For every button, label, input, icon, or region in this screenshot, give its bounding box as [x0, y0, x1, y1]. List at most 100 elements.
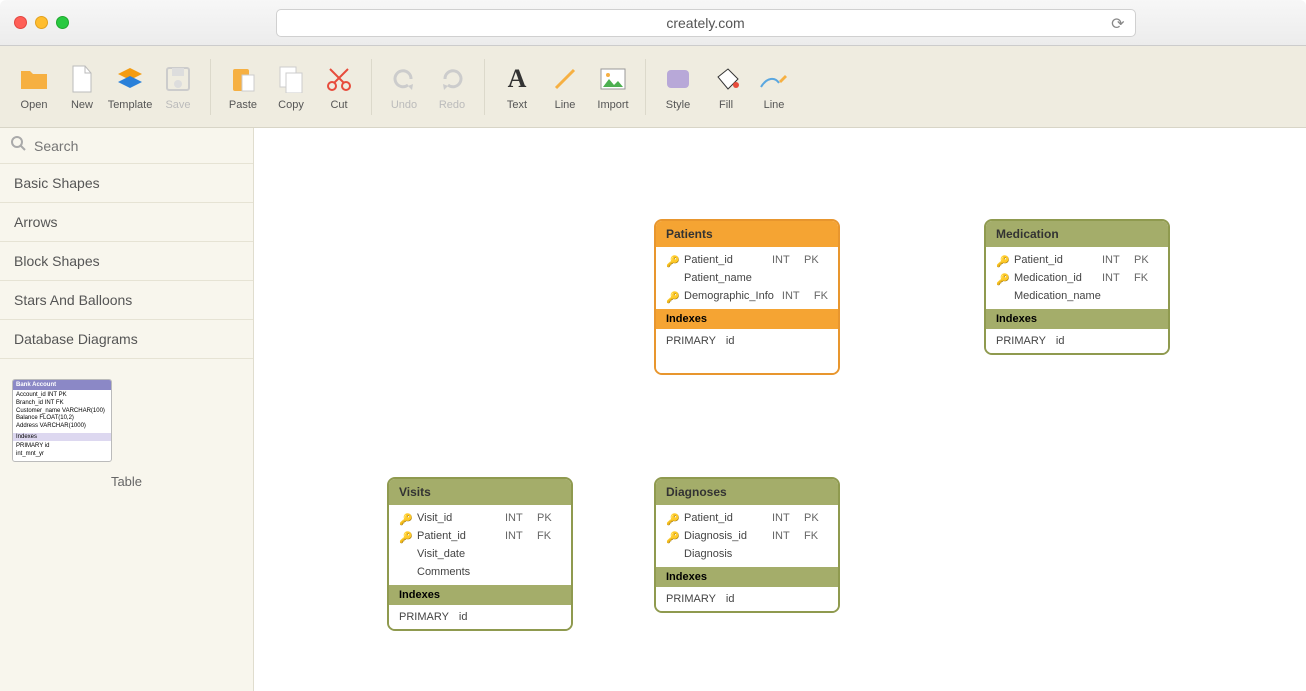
indexes-header: Indexes [656, 309, 838, 329]
copy-label: Copy [278, 99, 304, 111]
new-button[interactable]: New [58, 59, 106, 115]
blank-icon [399, 549, 409, 559]
cut-button[interactable]: Cut [315, 59, 363, 115]
paste-label: Paste [229, 99, 257, 111]
redo-label: Redo [439, 99, 465, 111]
sidebar-item-stars-balloons[interactable]: Stars And Balloons [0, 281, 253, 320]
blank-icon [666, 273, 676, 283]
preview-title: Bank Account [13, 380, 111, 390]
line-label: Line [555, 99, 576, 111]
import-button[interactable]: Import [589, 59, 637, 115]
main-area: Basic Shapes Arrows Block Shapes Stars A… [0, 128, 1306, 691]
table-fields: 🔑Patient_idINTPK Patient_name 🔑Demograph… [656, 247, 838, 309]
field-row: Diagnosis [656, 545, 838, 563]
undo-icon [391, 66, 417, 92]
line-style-label: Line [764, 99, 785, 111]
canvas[interactable]: Patients 🔑Patient_idINTPK Patient_name 🔑… [254, 128, 1306, 691]
table-title: Medication [986, 221, 1168, 247]
key-icon: 🔑 [399, 531, 409, 541]
search-input[interactable] [34, 138, 243, 154]
style-label: Style [666, 99, 690, 111]
save-button[interactable]: Save [154, 59, 202, 115]
copy-button[interactable]: Copy [267, 59, 315, 115]
text-label: Text [507, 99, 527, 111]
reload-icon[interactable]: ⟳ [1111, 14, 1124, 34]
page-icon [71, 65, 93, 93]
table-visits[interactable]: Visits 🔑Visit_idINTPK 🔑Patient_idINTFK V… [387, 477, 573, 631]
minimize-window-icon[interactable] [35, 16, 48, 29]
browser-chrome: creately.com ⟳ [0, 0, 1306, 46]
table-fields: 🔑Patient_idINTPK 🔑Medication_idINTFK Med… [986, 247, 1168, 309]
paste-button[interactable]: Paste [219, 59, 267, 115]
style-icon [665, 68, 691, 90]
template-button[interactable]: Template [106, 59, 154, 115]
key-icon: 🔑 [666, 255, 676, 265]
connectors [254, 128, 554, 278]
field-row: 🔑Patient_idINTPK [986, 251, 1168, 269]
toolbar-separator [210, 59, 211, 115]
field-row: 🔑Medication_idINTFK [986, 269, 1168, 287]
cut-label: Cut [330, 99, 347, 111]
fill-label: Fill [719, 99, 733, 111]
address-url: creately.com [666, 15, 744, 31]
template-label: Template [108, 99, 153, 111]
undo-button[interactable]: Undo [380, 59, 428, 115]
field-row: 🔑Patient_idINTFK [389, 527, 571, 545]
image-icon [599, 67, 627, 91]
close-window-icon[interactable] [14, 16, 27, 29]
table-fields: 🔑Patient_idINTPK 🔑Diagnosis_idINTFK Diag… [656, 505, 838, 567]
field-row: 🔑Demographic_InfoINTFK [656, 287, 838, 305]
line-style-button[interactable]: Line [750, 59, 798, 115]
text-button[interactable]: A Text [493, 59, 541, 115]
toolbar-separator [484, 59, 485, 115]
key-icon: 🔑 [666, 531, 676, 541]
table-medication[interactable]: Medication 🔑Patient_idINTPK 🔑Medication_… [984, 219, 1170, 355]
field-row: 🔑Visit_idINTPK [389, 509, 571, 527]
preview-caption: Table [111, 474, 142, 489]
fill-button[interactable]: Fill [702, 59, 750, 115]
style-button[interactable]: Style [654, 59, 702, 115]
bucket-icon [712, 67, 740, 91]
sidebar-item-arrows[interactable]: Arrows [0, 203, 253, 242]
shape-preview: Bank Account Account_id INT PK Branch_id… [0, 359, 253, 509]
preview-idx-head: Indexes [13, 433, 111, 441]
sidebar-item-basic-shapes[interactable]: Basic Shapes [0, 164, 253, 203]
line-icon [552, 66, 578, 92]
maximize-window-icon[interactable] [56, 16, 69, 29]
key-icon: 🔑 [996, 273, 1006, 283]
search-row [0, 128, 253, 164]
blank-icon [666, 549, 676, 559]
pencil-line-icon [759, 67, 789, 91]
redo-icon [439, 66, 465, 92]
table-title: Patients [656, 221, 838, 247]
key-icon: 🔑 [666, 513, 676, 523]
sidebar-item-database-diagrams[interactable]: Database Diagrams [0, 320, 253, 359]
field-row: 🔑Patient_idINTPK [656, 509, 838, 527]
sidebar: Basic Shapes Arrows Block Shapes Stars A… [0, 128, 254, 691]
undo-label: Undo [391, 99, 417, 111]
table-shape-preview[interactable]: Bank Account Account_id INT PK Branch_id… [12, 379, 112, 462]
scissors-icon [326, 66, 352, 92]
save-icon [165, 66, 191, 92]
new-label: New [71, 99, 93, 111]
redo-button[interactable]: Redo [428, 59, 476, 115]
import-label: Import [597, 99, 628, 111]
folder-icon [19, 67, 49, 91]
field-row: Visit_date [389, 545, 571, 563]
key-icon: 🔑 [666, 291, 676, 301]
indexes-header: Indexes [656, 567, 838, 587]
key-icon: 🔑 [399, 513, 409, 523]
indexes-body: PRIMARYid [656, 587, 838, 611]
indexes-header: Indexes [986, 309, 1168, 329]
line-button[interactable]: Line [541, 59, 589, 115]
text-icon: A [508, 64, 527, 94]
open-button[interactable]: Open [10, 59, 58, 115]
blank-icon [996, 291, 1006, 301]
table-diagnoses[interactable]: Diagnoses 🔑Patient_idINTPK 🔑Diagnosis_id… [654, 477, 840, 613]
address-bar[interactable]: creately.com ⟳ [276, 9, 1136, 37]
sidebar-item-block-shapes[interactable]: Block Shapes [0, 242, 253, 281]
indexes-body: PRIMARYid [986, 329, 1168, 353]
table-patients[interactable]: Patients 🔑Patient_idINTPK Patient_name 🔑… [654, 219, 840, 375]
address-bar-container: creately.com ⟳ [119, 9, 1292, 37]
window-controls [14, 16, 69, 29]
